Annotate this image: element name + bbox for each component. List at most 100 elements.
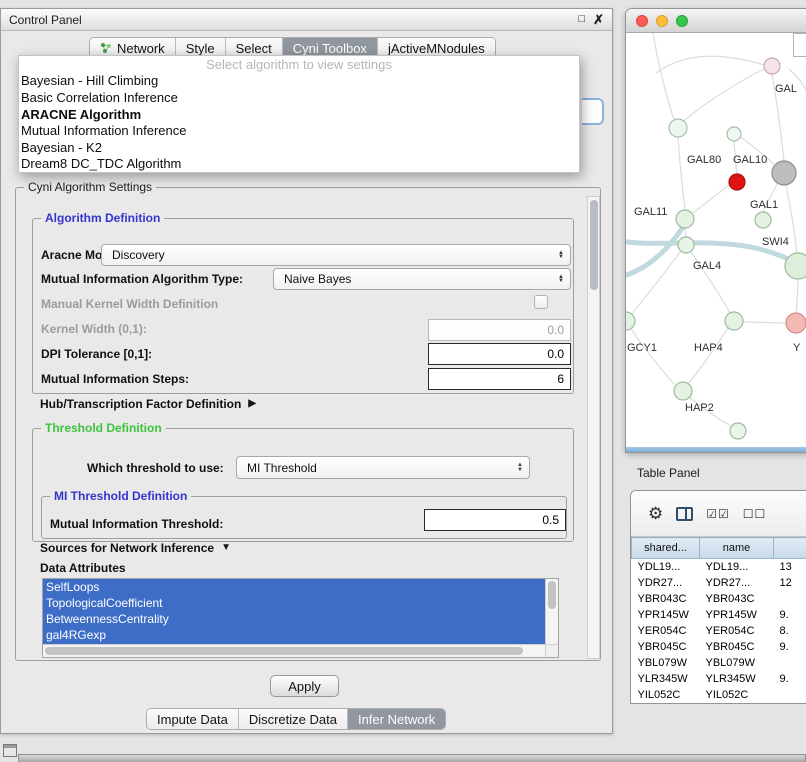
network-node[interactable] [772, 161, 796, 185]
table-row[interactable]: YBR043CYBR043C [632, 591, 806, 607]
cell: YLR345W [632, 671, 700, 687]
scrollbar-thumb[interactable] [590, 200, 598, 290]
hub-definition-toggle[interactable]: Hub/Transcription Factor Definition ▶ [40, 397, 256, 411]
close-traffic-light[interactable] [636, 15, 648, 27]
table-row[interactable]: YPR145WYPR145W9. [632, 607, 806, 623]
table-row[interactable]: YLR345WYLR345W9. [632, 671, 806, 687]
sources-label: Sources for Network Inference [40, 541, 214, 555]
data-attributes-list: SelfLoops TopologicalCoefficient Between… [42, 578, 559, 658]
node-label: GAL80 [687, 154, 721, 166]
network-window-titlebar[interactable] [626, 9, 806, 33]
cell: YDL19... [700, 559, 774, 575]
zoom-traffic-light[interactable] [676, 15, 688, 27]
network-node[interactable] [678, 237, 694, 253]
tab-discretize-data[interactable]: Discretize Data [239, 709, 348, 729]
list-vertical-scrollbar[interactable] [545, 579, 558, 644]
cyni-algorithm-settings-group: Cyni Algorithm Settings Algorithm Defini… [15, 187, 601, 661]
cell: YLR345W [700, 671, 774, 687]
list-item[interactable]: BetweennessCentrality [43, 611, 545, 627]
manual-kernel-width-checkbox[interactable] [534, 295, 548, 309]
list-item[interactable]: TopologicalCoefficient [43, 595, 545, 611]
list-horizontal-scrollbar[interactable] [43, 644, 545, 657]
table-row[interactable]: YBL079WYBL079W [632, 655, 806, 671]
window-title: Control Panel [9, 13, 82, 27]
network-node-selected[interactable] [729, 174, 745, 190]
tab-label: Select [236, 41, 272, 56]
network-icon [100, 42, 112, 54]
list-item[interactable]: SelfLoops [43, 579, 545, 595]
minimize-traffic-light[interactable] [656, 15, 668, 27]
table-row[interactable]: YER054CYER054C8. [632, 623, 806, 639]
list-items: SelfLoops TopologicalCoefficient Between… [43, 579, 545, 644]
settings-scrollbar[interactable] [587, 196, 600, 659]
node-label: Y [793, 342, 801, 354]
which-threshold-select[interactable]: MI Threshold ▲ ▼ [236, 456, 530, 479]
close-window-icon[interactable]: ✗ [593, 13, 604, 26]
network-node[interactable] [785, 253, 806, 279]
mi-threshold-field[interactable] [424, 509, 566, 531]
cell: YBR045C [700, 639, 774, 655]
minimized-panel-icon[interactable] [3, 744, 17, 757]
mi-steps-field[interactable] [428, 368, 571, 390]
node-attribute-table: shared... name YDL19...YDL19...13 YDR27.… [631, 537, 806, 703]
dropdown-placeholder: Select algorithm to view settings [19, 56, 579, 73]
dropdown-item-basic-correlation[interactable]: Basic Correlation Inference [19, 89, 579, 106]
column-header-name[interactable]: name [700, 538, 774, 559]
network-node[interactable] [669, 119, 687, 137]
select-no-columns-icon[interactable]: ☐☐ [743, 508, 767, 520]
node-labels: GAL GAL80 GAL10 GAL11 GAL1 SWI4 GAL4 GCY… [627, 83, 801, 414]
show-columns-icon[interactable] [676, 507, 693, 521]
dropdown-item-aracne[interactable]: ARACNE Algorithm [19, 106, 579, 123]
table-row[interactable]: YDR27...YDR27...12 [632, 575, 806, 591]
tab-label: Network [117, 41, 165, 56]
network-node[interactable] [730, 423, 746, 439]
dropdown-item-dream8[interactable]: Dream8 DC_TDC Algorithm [19, 155, 579, 172]
network-canvas[interactable]: GAL GAL80 GAL10 GAL11 GAL1 SWI4 GAL4 GCY… [626, 33, 806, 447]
table-row[interactable]: YIL052CYIL052C [632, 687, 806, 703]
dpi-tolerance-field[interactable] [428, 343, 571, 365]
network-node[interactable] [626, 312, 635, 330]
mi-algorithm-type-select[interactable]: Naive Bayes ▲ ▼ [273, 268, 571, 290]
cell: YDR27... [700, 575, 774, 591]
sources-toggle[interactable]: Sources for Network Inference ▼ [40, 541, 231, 555]
column-header-partial[interactable] [774, 538, 806, 559]
dropdown-item-bayesian-k2[interactable]: Bayesian - K2 [19, 139, 579, 156]
tab-infer-network[interactable]: Infer Network [348, 709, 445, 729]
arrow-down-icon: ▼ [558, 255, 564, 260]
dropdown-item-mutual-information[interactable]: Mutual Information Inference [19, 122, 579, 139]
control-panel-titlebar[interactable]: Control Panel □ ✗ [1, 9, 612, 31]
cell [774, 687, 806, 703]
network-node[interactable] [764, 58, 780, 74]
gear-icon[interactable]: ⚙ [648, 505, 663, 522]
node-label: HAP4 [694, 342, 723, 354]
table-row[interactable]: YDL19...YDL19...13 [632, 559, 806, 575]
network-node[interactable] [725, 312, 743, 330]
algorithm-select-fragment[interactable] [582, 98, 604, 125]
network-node[interactable] [674, 382, 692, 400]
kernel-width-field[interactable] [428, 319, 571, 341]
list-item[interactable]: gal4RGexp [43, 627, 545, 643]
table-row[interactable]: YBR045CYBR045C9. [632, 639, 806, 655]
network-node[interactable] [786, 313, 806, 333]
network-node[interactable] [755, 212, 771, 228]
network-graph[interactable]: GAL GAL80 GAL10 GAL11 GAL1 SWI4 GAL4 GCY… [626, 33, 806, 447]
network-node[interactable] [727, 127, 741, 141]
mi-threshold-definition-group: MI Threshold Definition Mutual Informati… [41, 496, 567, 539]
dropdown-item-bayesian-hill-climbing[interactable]: Bayesian - Hill Climbing [19, 73, 579, 90]
cell: YIL052C [632, 687, 700, 703]
float-window-icon[interactable]: □ [578, 14, 585, 25]
scrollbar-thumb[interactable] [548, 581, 556, 609]
select-all-columns-icon[interactable]: ☑☑ [706, 508, 730, 520]
aracne-mode-select[interactable]: Discovery ▲ ▼ [101, 244, 571, 266]
tab-impute-data[interactable]: Impute Data [147, 709, 239, 729]
column-header-shared-name[interactable]: shared... [632, 538, 700, 559]
apply-button[interactable]: Apply [270, 675, 339, 697]
cyni-mode-tabs: Impute Data Discretize Data Infer Networ… [146, 708, 446, 730]
which-threshold-label: Which threshold to use: [87, 461, 224, 475]
canvas-scrollbar-fragment[interactable] [793, 33, 806, 57]
node-label: GAL11 [634, 206, 667, 218]
mi-steps-label: Mutual Information Steps: [41, 372, 189, 386]
network-node[interactable] [676, 210, 694, 228]
scrollbar-thumb[interactable] [45, 647, 523, 655]
network-window: GAL GAL80 GAL10 GAL11 GAL1 SWI4 GAL4 GCY… [625, 8, 806, 453]
